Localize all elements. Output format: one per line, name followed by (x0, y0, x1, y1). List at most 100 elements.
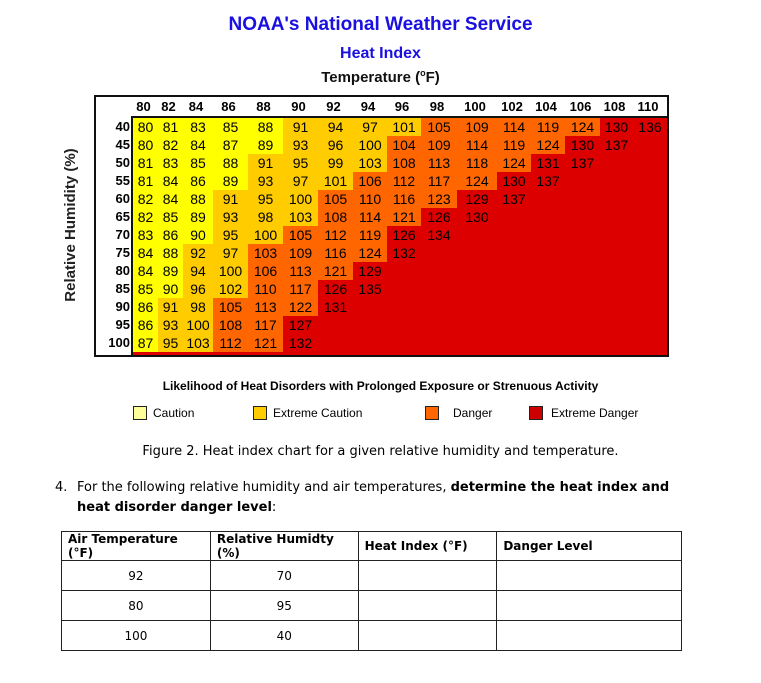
x-tick-label: 82 (161, 99, 176, 114)
figure-caption: Figure 2. Heat index chart for a given r… (142, 444, 619, 459)
heat-index-cell (457, 226, 497, 244)
heat-index-cell (633, 190, 667, 208)
legend-item-extreme-danger: Extreme Danger (529, 406, 638, 420)
heat-index-cell: 116 (387, 190, 421, 208)
heat-index-cell: 137 (565, 154, 600, 172)
heat-index-cell (633, 208, 667, 226)
heat-index-cell: 124 (531, 136, 565, 154)
relative-humidity-cell: 70 (209, 560, 359, 591)
heat-index-cell: 81 (133, 154, 158, 172)
heat-index-cell: 109 (457, 118, 497, 136)
legend-label: Danger (453, 406, 493, 420)
y-tick-label: 85 (115, 281, 130, 296)
heat-index-cell: 100 (283, 190, 318, 208)
heat-index-cell: 103 (248, 244, 283, 262)
heat-index-cell (600, 280, 633, 298)
heat-index-cell: 89 (183, 208, 213, 226)
heat-index-cell (531, 298, 565, 316)
heat-index-cell: 80 (133, 118, 158, 136)
heat-index-cell: 112 (318, 226, 353, 244)
heat-index-cell (633, 334, 667, 352)
heat-index-cell: 124 (497, 154, 531, 172)
heat-index-cell (497, 226, 531, 244)
y-axis-title: Relative Humidity (%) (62, 148, 79, 302)
heat-index-cell (387, 316, 421, 334)
heat-index-cell: 127 (283, 316, 318, 334)
y-tick-label: 45 (115, 137, 130, 152)
chart-org-title: NOAA's National Weather Service (228, 14, 533, 35)
heat-index-cell (565, 208, 600, 226)
heat-index-cell (421, 262, 457, 280)
heat-index-cell: 108 (318, 208, 353, 226)
heat-index-grid: 80 81 83 85 88 91 94 97 101 105 109 114 119 124 130 136… (131, 116, 667, 355)
heat-index-cell: 97 (353, 118, 387, 136)
heat-index-cell (497, 298, 531, 316)
x-tick-label: 104 (535, 99, 557, 114)
col-danger-level: Danger Level (496, 531, 682, 561)
heat-index-cell: 135 (353, 280, 387, 298)
heat-index-cell: 110 (353, 190, 387, 208)
x-tick-label: 88 (256, 99, 271, 114)
heat-index-cell (531, 208, 565, 226)
heat-index-cell: 95 (213, 226, 248, 244)
heat-index-cell (531, 190, 565, 208)
heat-index-cell: 109 (283, 244, 318, 262)
heat-index-cell (387, 298, 421, 316)
heat-index-cell: 81 (133, 172, 158, 190)
x-axis-title-text: Temperature ( (321, 69, 421, 86)
heat-index-cell: 113 (283, 262, 318, 280)
legend-item-danger: Danger (425, 406, 492, 420)
heat-index-cell: 95 (158, 334, 183, 352)
heat-index-cell (497, 316, 531, 334)
heat-index-cell: 88 (183, 190, 213, 208)
x-tick-label: 94 (360, 99, 376, 114)
table-row: 100 40 (61, 620, 682, 651)
heat-index-cell: 100 (353, 136, 387, 154)
heat-index-cell: 98 (183, 298, 213, 316)
heat-index-answer-cell[interactable] (357, 620, 498, 651)
y-tick-label: 65 (115, 209, 130, 224)
table-row: 80 95 (61, 590, 682, 621)
relative-humidity-cell: 95 (209, 590, 359, 621)
heat-index-cell: 82 (133, 208, 158, 226)
answer-table: Air Temperature (°F) Relative Humidty (%… (61, 531, 682, 651)
heat-index-cell: 95 (248, 190, 283, 208)
heat-index-cell (600, 262, 633, 280)
heat-index-cell: 108 (213, 316, 248, 334)
heat-index-cell: 82 (158, 136, 183, 154)
heat-index-cell: 96 (318, 136, 353, 154)
heat-index-answer-cell[interactable] (357, 590, 498, 621)
heat-index-cell (497, 244, 531, 262)
heat-index-cell: 103 (353, 154, 387, 172)
heat-index-cell (633, 154, 667, 172)
heat-index-cell (531, 226, 565, 244)
heat-index-cell (531, 280, 565, 298)
x-tick-label: 102 (501, 99, 523, 114)
y-tick-label: 80 (115, 263, 130, 278)
heat-index-cell (565, 172, 600, 190)
heat-index-cell (497, 262, 531, 280)
y-tick-label: 100 (108, 335, 130, 350)
x-tick-label: 106 (569, 99, 592, 114)
heat-index-answer-cell[interactable] (357, 560, 498, 591)
heat-index-cell (633, 298, 667, 316)
heat-index-cell (565, 226, 600, 244)
heat-index-cell (633, 262, 667, 280)
heat-index-cell (421, 316, 457, 334)
col-relative-humidity: Relative Humidty (%) (209, 531, 359, 561)
heat-index-cell: 130 (565, 136, 600, 154)
relative-humidity-cell: 40 (209, 620, 359, 651)
heat-index-cell (600, 316, 633, 334)
air-temperature-cell: 100 (61, 620, 211, 651)
heat-index-cell: 89 (158, 262, 183, 280)
heat-index-cell: 89 (213, 172, 248, 190)
heat-index-cell: 81 (158, 118, 183, 136)
danger-level-answer-cell[interactable] (496, 560, 682, 591)
heat-index-cell: 93 (283, 136, 318, 154)
heat-index-cell (497, 208, 531, 226)
heat-index-cell: 85 (213, 118, 248, 136)
heat-index-cell (387, 280, 421, 298)
heat-index-cell: 114 (497, 118, 531, 136)
danger-level-answer-cell[interactable] (496, 590, 682, 621)
danger-level-answer-cell[interactable] (496, 620, 682, 651)
